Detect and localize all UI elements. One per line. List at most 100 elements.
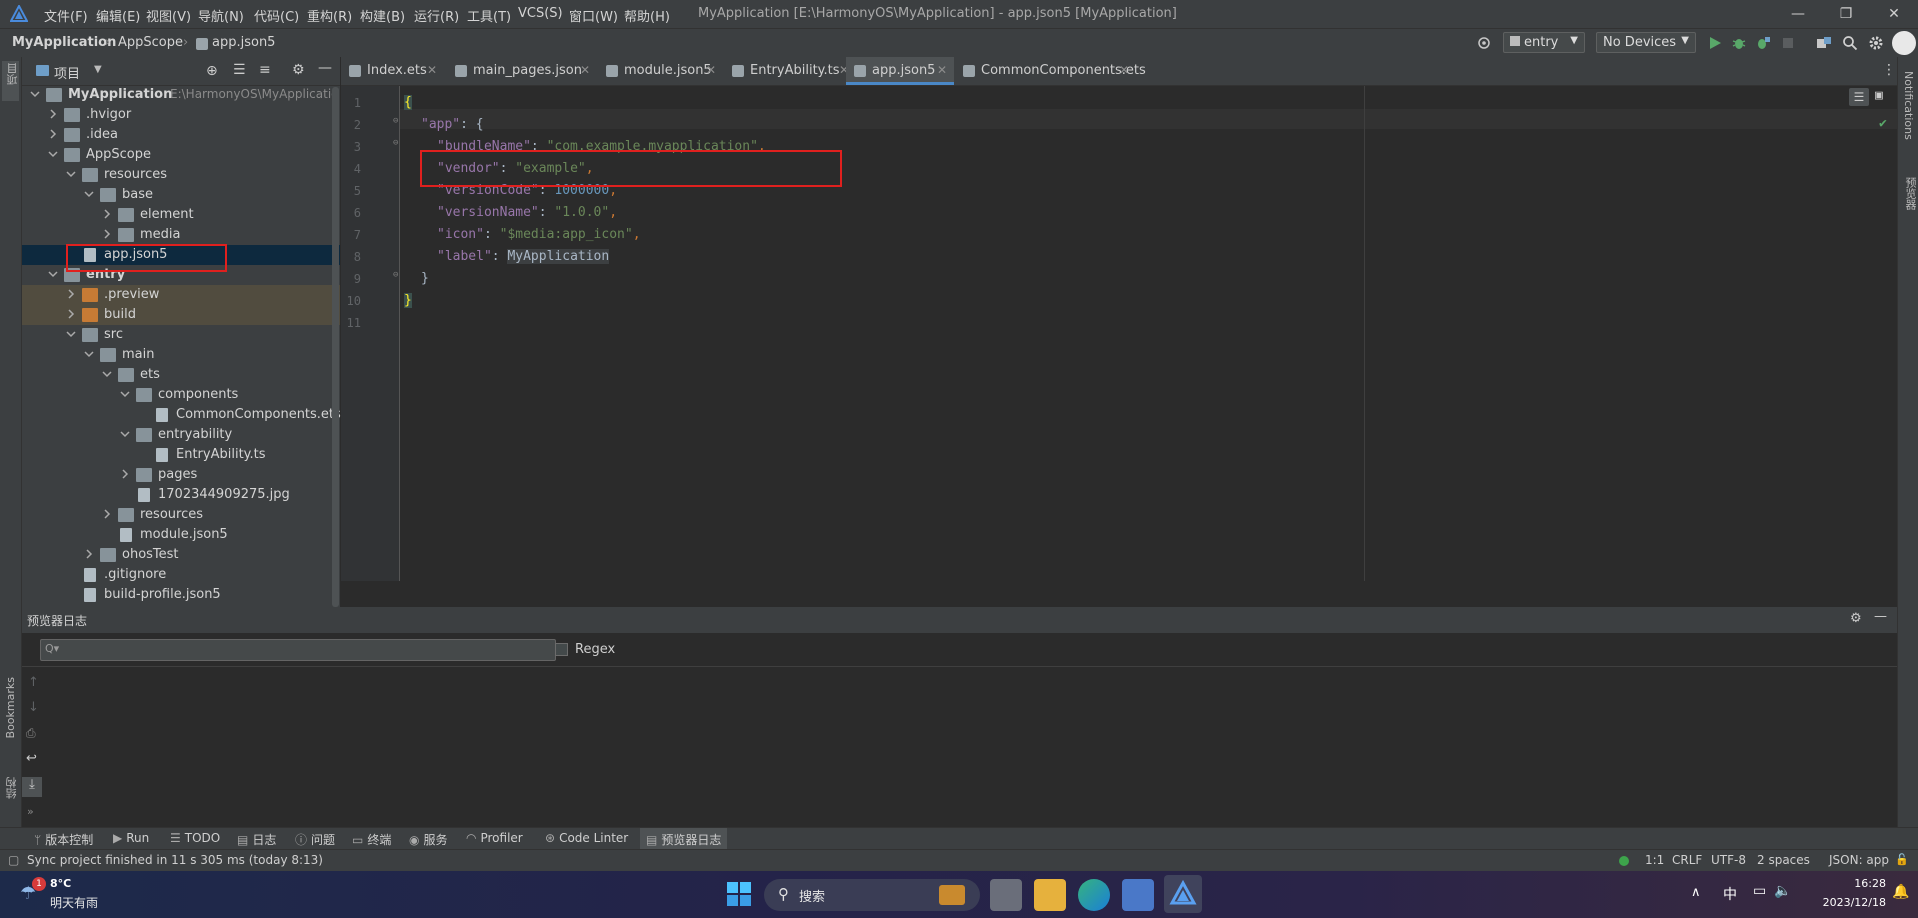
menu-navigate[interactable]: 导航(N) (198, 6, 244, 25)
tab-entryability-ts[interactable]: EntryAbility.ts ✕ (724, 57, 856, 85)
tree-item[interactable]: .hvigor (22, 105, 340, 125)
chevron-down-icon[interactable] (120, 389, 130, 399)
chevron-right-icon[interactable] (102, 509, 112, 519)
chevron-down-icon[interactable]: ▼ (94, 64, 102, 75)
weather-desc[interactable]: 明天有雨 (50, 894, 98, 911)
chevron-right-icon[interactable] (102, 209, 112, 219)
tree-item[interactable]: build-profile.json5 (22, 585, 340, 605)
tree-item[interactable]: entryability (22, 425, 340, 445)
network-icon[interactable]: ▭ (1753, 883, 1766, 899)
project-scrollbar[interactable] (332, 87, 339, 607)
chevron-right-icon[interactable] (84, 549, 94, 559)
attach-debugger-icon[interactable] (1755, 35, 1771, 51)
regex-checkbox[interactable] (555, 643, 568, 656)
chevron-down-icon[interactable] (120, 429, 130, 439)
menu-edit[interactable]: 编辑(E) (96, 6, 140, 25)
preview-icon[interactable]: ▣ (1875, 88, 1883, 103)
tree-item[interactable]: build (22, 305, 340, 325)
restore-icon[interactable]: ❐ (1836, 4, 1856, 24)
tool-version-control[interactable]: ᛘ 版本控制 (34, 831, 93, 848)
tree-item[interactable]: .gitignore (22, 565, 340, 585)
tool-code-linter[interactable]: ⊛ Code Linter (545, 831, 628, 845)
chevron-down-icon[interactable] (66, 329, 76, 339)
tab-module-json5[interactable]: module.json5 ✕ (598, 57, 723, 85)
tree-item[interactable]: resources (22, 505, 340, 525)
tree-item[interactable]: components (22, 385, 340, 405)
breadcrumb-project[interactable]: MyApplication (12, 35, 116, 50)
close-icon[interactable]: ✕ (427, 63, 437, 77)
chevron-down-icon[interactable] (30, 89, 40, 99)
menu-tools[interactable]: 工具(T) (467, 6, 511, 25)
hide-panel-icon[interactable]: — (1874, 609, 1887, 624)
scroll-down-icon[interactable]: ↓ (28, 700, 39, 715)
tree-item[interactable]: .idea (22, 125, 340, 145)
close-icon[interactable]: ✕ (1884, 4, 1904, 24)
notification-bell-icon[interactable]: 🔔 (1892, 884, 1909, 900)
tree-item[interactable]: CommonComponents.ets (22, 405, 341, 425)
chevron-right-icon[interactable] (48, 129, 58, 139)
tree-item[interactable]: main (22, 345, 340, 365)
target-icon[interactable] (1476, 35, 1492, 51)
panel-toggle-icon[interactable]: ▢ (8, 853, 19, 867)
task-view-icon[interactable] (990, 879, 1022, 911)
tree-item[interactable]: resources (22, 165, 340, 185)
menu-refactor[interactable]: 重构(R) (307, 6, 352, 25)
device-select[interactable]: No Devices ▼ (1596, 32, 1696, 53)
tool-profiler[interactable]: ◠ Profiler (466, 831, 523, 845)
chevron-down-icon[interactable] (48, 149, 58, 159)
clock-time[interactable]: 16:28 (1826, 877, 1886, 890)
chevron-down-icon[interactable] (84, 189, 94, 199)
tool-previewer-log[interactable]: ▤ 预览器日志 (640, 828, 728, 850)
taskbar-search-box[interactable]: ⚲ 搜索 (764, 879, 980, 911)
chevron-right-icon[interactable] (66, 289, 76, 299)
notifications-stripe-label[interactable]: Notifications (1902, 71, 1915, 140)
edge-browser-icon[interactable] (1078, 879, 1110, 911)
tree-item[interactable]: src (22, 325, 340, 345)
file-type[interactable]: JSON: app (1829, 853, 1889, 867)
minimize-icon[interactable]: — (1788, 4, 1808, 24)
soft-wrap-icon[interactable]: ↩ (26, 751, 37, 766)
tree-item[interactable]: element (22, 205, 340, 225)
tab-main-pages-json[interactable]: main_pages.json ✕ (447, 57, 597, 85)
tab-index-ets[interactable]: Index.ets ✕ (341, 57, 446, 85)
caret-position[interactable]: 1:1 (1645, 853, 1664, 867)
debug-icon[interactable] (1731, 35, 1747, 51)
close-icon[interactable]: ✕ (706, 63, 716, 77)
tree-item[interactable]: module.json5 (22, 525, 340, 545)
tree-item[interactable]: .preview (22, 285, 340, 305)
volume-icon[interactable]: 🔈 (1774, 883, 1791, 899)
print-icon[interactable]: ⎙ (26, 726, 36, 741)
close-icon[interactable]: ✕ (580, 63, 590, 77)
file-explorer-icon[interactable] (1034, 879, 1066, 911)
stop-icon[interactable] (1780, 35, 1796, 51)
search-icon[interactable] (1842, 35, 1858, 51)
collapse-all-icon[interactable]: ≡ (259, 62, 271, 78)
tree-item[interactable]: base (22, 185, 340, 205)
menu-vcs[interactable]: VCS(S) (518, 6, 563, 21)
weather-temp[interactable]: 8°C (50, 877, 71, 890)
tool-problems[interactable]: ⓘ 问题 (295, 831, 335, 848)
device-manager-icon[interactable] (1816, 35, 1832, 51)
scroll-up-icon[interactable]: ↑ (28, 675, 39, 690)
close-icon[interactable]: ✕ (937, 63, 947, 77)
run-icon[interactable] (1707, 35, 1723, 51)
chevron-right-icon[interactable] (120, 469, 130, 479)
tree-item[interactable]: AppScope (22, 145, 340, 165)
gear-icon[interactable] (1868, 35, 1884, 51)
scroll-to-end-icon[interactable]: ⤓ (22, 777, 42, 797)
more-icon[interactable]: » (27, 805, 34, 818)
project-panel-title[interactable]: 项目 (54, 63, 80, 82)
locate-file-icon[interactable]: ⊕ (206, 63, 218, 79)
hide-panel-icon[interactable]: — (318, 60, 332, 76)
ime-indicator[interactable]: 中 (1723, 884, 1737, 904)
tool-terminal[interactable]: ▭ 终端 (352, 831, 391, 848)
tree-item[interactable]: EntryAbility.ts (22, 445, 340, 465)
menu-run[interactable]: 运行(R) (414, 6, 459, 25)
close-icon[interactable]: ✕ (1119, 63, 1129, 77)
clock-date[interactable]: 2023/12/18 (1816, 896, 1886, 909)
tab-app-json5[interactable]: app.json5 ✕ (846, 57, 954, 85)
store-icon[interactable] (1122, 879, 1154, 911)
tree-item[interactable]: media (22, 225, 340, 245)
structure-stripe-label[interactable]: 结构 (4, 777, 20, 799)
breadcrumb-file[interactable]: app.json5 (212, 35, 275, 50)
